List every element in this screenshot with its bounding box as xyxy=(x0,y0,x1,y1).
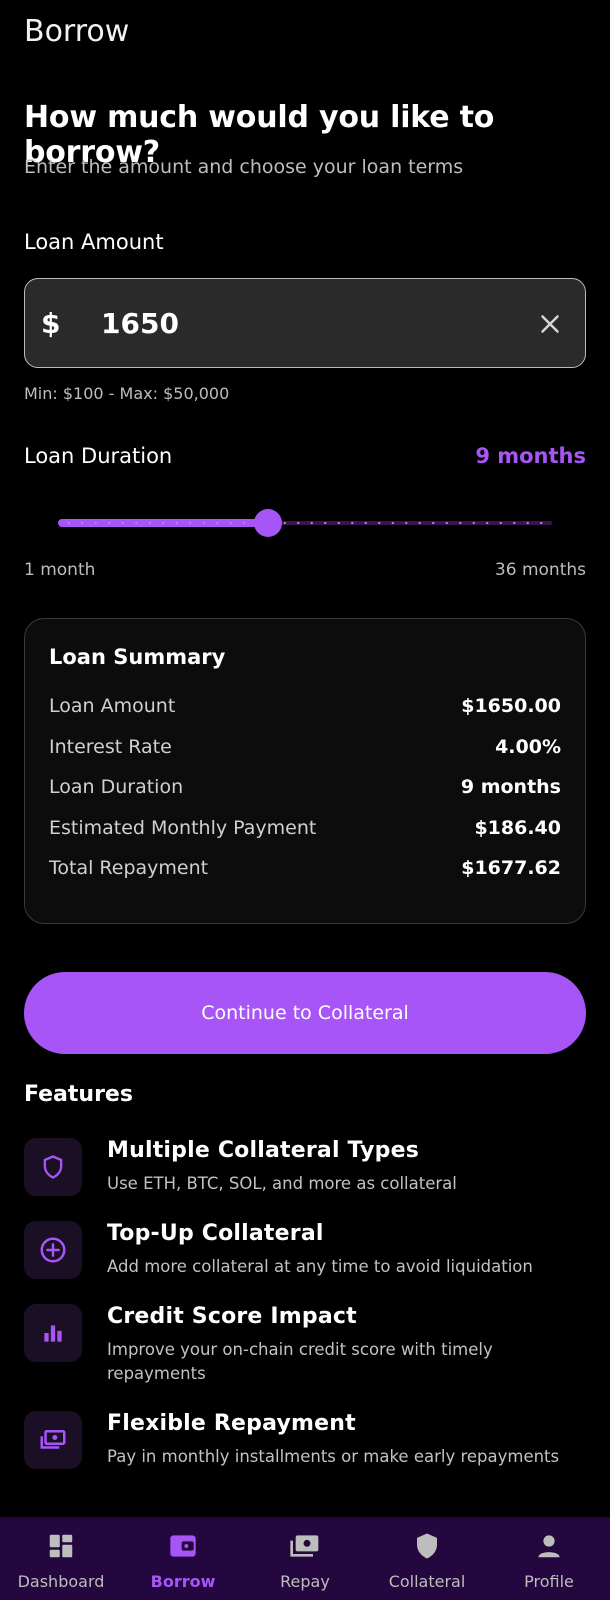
nav-label: Profile xyxy=(524,1572,574,1591)
features-heading: Features xyxy=(24,1082,133,1107)
nav-item-dashboard[interactable]: Dashboard xyxy=(0,1517,122,1600)
slider-thumb[interactable] xyxy=(254,509,283,537)
feature-description: Add more collateral at any time to avoid… xyxy=(107,1257,533,1276)
payments-icon xyxy=(288,1529,322,1563)
nav-item-borrow[interactable]: Borrow xyxy=(122,1517,244,1600)
summary-row: Loan Duration 9 months xyxy=(49,774,561,800)
feature-title: Top-Up Collateral xyxy=(107,1221,324,1246)
summary-row-value: $1650.00 xyxy=(461,695,561,717)
nav-item-profile[interactable]: Profile xyxy=(488,1517,610,1600)
page-title: Borrow xyxy=(24,14,130,49)
feature-title: Credit Score Impact xyxy=(107,1304,357,1329)
loan-amount-input[interactable] xyxy=(101,299,401,347)
summary-row: Total Repayment $1677.62 xyxy=(49,855,561,881)
continue-to-collateral-button[interactable]: Continue to Collateral xyxy=(24,972,586,1054)
summary-row-value: 4.00% xyxy=(495,736,561,758)
nav-label: Repay xyxy=(280,1572,330,1591)
borrow-subheading: Enter the amount and choose your loan te… xyxy=(24,156,464,178)
loan-amount-label: Loan Amount xyxy=(24,230,164,254)
nav-item-collateral[interactable]: Collateral xyxy=(366,1517,488,1600)
summary-row-label: Loan Amount xyxy=(49,695,176,717)
summary-row-label: Loan Duration xyxy=(49,776,184,798)
currency-symbol: $ xyxy=(41,307,61,340)
feature-description: Pay in monthly installments or make earl… xyxy=(107,1447,560,1466)
person-icon xyxy=(532,1529,566,1563)
loan-summary-title: Loan Summary xyxy=(49,645,226,669)
summary-row-label: Interest Rate xyxy=(49,736,172,758)
feature-description: Use ETH, BTC, SOL, and more as collatera… xyxy=(107,1174,457,1193)
loan-duration-label: Loan Duration xyxy=(24,444,173,468)
summary-row: Estimated Monthly Payment $186.40 xyxy=(49,815,561,841)
loan-amount-field[interactable]: $ xyxy=(24,278,586,368)
summary-row: Interest Rate 4.00% xyxy=(49,734,561,760)
summary-row-value: $1677.62 xyxy=(461,857,561,879)
clear-icon[interactable] xyxy=(535,309,565,339)
shield-icon xyxy=(410,1529,444,1563)
nav-label: Dashboard xyxy=(17,1572,105,1591)
summary-row-value: $186.40 xyxy=(474,817,561,839)
nav-item-repay[interactable]: Repay xyxy=(244,1517,366,1600)
summary-row: Loan Amount $1650.00 xyxy=(49,693,561,719)
summary-row-label: Estimated Monthly Payment xyxy=(49,817,317,839)
feature-description: Improve your on-chain credit score with … xyxy=(107,1340,493,1383)
loan-duration-value: 9 months xyxy=(475,444,586,468)
summary-row-label: Total Repayment xyxy=(49,857,209,879)
feature-title: Multiple Collateral Types xyxy=(107,1138,420,1163)
wallet-icon xyxy=(166,1529,200,1563)
nav-label: Collateral xyxy=(388,1572,466,1591)
slider-tick-marks xyxy=(62,522,548,524)
nav-label: Borrow xyxy=(150,1572,216,1591)
shield-icon xyxy=(24,1138,82,1196)
plus-circle-icon xyxy=(24,1221,82,1279)
loan-summary-card: Loan Summary Loan Amount $1650.00 Intere… xyxy=(24,618,586,924)
payments-icon xyxy=(24,1411,82,1469)
feature-title: Flexible Repayment xyxy=(107,1411,356,1436)
duration-min-label: 1 month xyxy=(24,560,96,580)
summary-row-value: 9 months xyxy=(460,776,561,798)
bar-chart-icon xyxy=(24,1304,82,1362)
loan-amount-limits: Min: $100 - Max: $50,000 xyxy=(24,384,230,403)
bottom-navigation: Dashboard Borrow Repay Collateral Profil… xyxy=(0,1517,610,1600)
dashboard-icon xyxy=(44,1529,78,1563)
loan-duration-slider[interactable] xyxy=(58,506,552,540)
duration-max-label: 36 months xyxy=(494,560,586,580)
